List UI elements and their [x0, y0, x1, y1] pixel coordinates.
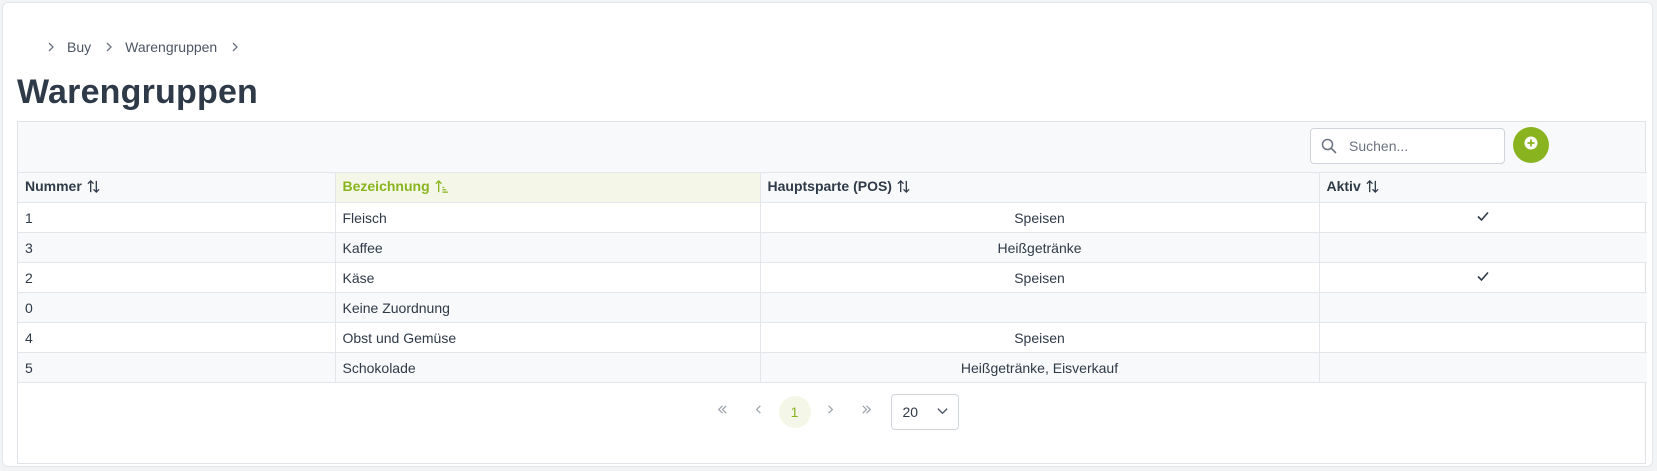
chevron-right-icon — [101, 42, 117, 52]
search-box — [1310, 128, 1505, 164]
cell-aktiv — [1318, 202, 1647, 233]
data-table: Nummer Bezeichnung Hauptsparte (POS) Akt… — [17, 121, 1647, 464]
cell-bezeichnung: Keine Zuordnung — [334, 292, 761, 323]
check-icon — [1476, 269, 1490, 286]
search-icon — [1321, 138, 1337, 154]
table-row[interactable]: 4 Obst und Gemüse Speisen — [18, 322, 1647, 353]
cell-bezeichnung: Obst und Gemüse — [334, 322, 761, 353]
chevron-down-icon — [936, 404, 949, 420]
table: Nummer Bezeichnung Hauptsparte (POS) Akt… — [18, 172, 1647, 383]
plus-circle-icon — [1524, 136, 1538, 155]
next-page-button[interactable] — [815, 396, 847, 428]
breadcrumb-item-buy[interactable]: Buy — [59, 39, 101, 55]
cell-nummer: 3 — [18, 232, 336, 263]
column-header-aktiv[interactable]: Aktiv — [1318, 172, 1647, 203]
table-row[interactable]: 0 Keine Zuordnung — [18, 292, 1647, 323]
cell-aktiv — [1318, 322, 1647, 353]
cell-bezeichnung: Schokolade — [334, 352, 761, 383]
double-chevron-right-icon — [860, 403, 873, 421]
table-row[interactable]: 1 Fleisch Speisen — [18, 202, 1647, 233]
cell-hauptsparte: Speisen — [759, 262, 1320, 293]
rows-per-page-value: 20 — [902, 404, 919, 420]
sort-icon — [86, 179, 101, 197]
cell-bezeichnung: Kaffee — [334, 232, 761, 263]
rows-per-page-dropdown[interactable]: 20 — [890, 394, 959, 430]
column-header-label: Hauptsparte (POS) — [767, 178, 892, 195]
cell-nummer: 1 — [18, 202, 336, 233]
sort-icon — [896, 179, 911, 197]
cell-nummer: 5 — [18, 352, 336, 383]
table-header-row: Nummer Bezeichnung Hauptsparte (POS) Akt… — [18, 172, 1647, 203]
chevron-right-icon — [227, 42, 243, 52]
column-header-bezeichnung[interactable]: Bezeichnung — [334, 172, 761, 203]
column-header-label: Bezeichnung — [342, 178, 430, 195]
cell-hauptsparte: Heißgetränke — [759, 232, 1320, 263]
breadcrumb: Buy Warengruppen — [43, 37, 243, 57]
cell-aktiv — [1318, 262, 1647, 293]
table-row[interactable]: 5 Schokolade Heißgetränke, Eisverkauf — [18, 352, 1647, 383]
double-chevron-left-icon — [716, 403, 729, 421]
table-toolbar — [18, 122, 1645, 173]
content-card: Buy Warengruppen Warengruppen Suchen... … — [2, 2, 1653, 467]
cell-hauptsparte — [759, 292, 1320, 323]
check-icon — [1476, 209, 1490, 226]
page-title: Warengruppen — [17, 73, 259, 111]
cell-hauptsparte: Speisen — [759, 202, 1320, 233]
breadcrumb-item-warengruppen[interactable]: Warengruppen — [117, 39, 227, 55]
search-input[interactable] — [1347, 137, 1501, 155]
chevron-right-icon — [824, 403, 837, 421]
last-page-button[interactable] — [851, 396, 883, 428]
cell-nummer: 4 — [18, 322, 336, 353]
page-button-current[interactable]: 1 — [778, 396, 811, 428]
chevron-right-icon — [43, 42, 59, 52]
column-header-label: Aktiv — [1326, 178, 1361, 195]
cell-aktiv — [1318, 232, 1647, 263]
cell-nummer: 2 — [18, 262, 336, 293]
column-header-nummer[interactable]: Nummer — [18, 172, 336, 203]
chevron-left-icon — [752, 403, 765, 421]
sort-icon — [1365, 179, 1380, 197]
first-page-button[interactable] — [707, 396, 739, 428]
column-header-label: Nummer — [25, 178, 82, 195]
cell-aktiv — [1318, 292, 1647, 323]
cell-hauptsparte: Speisen — [759, 322, 1320, 353]
sort-ascending-icon — [434, 179, 449, 197]
paginator: 1 20 — [18, 390, 1645, 434]
cell-bezeichnung: Käse — [334, 262, 761, 293]
table-row[interactable]: 2 Käse Speisen — [18, 262, 1647, 293]
column-header-hauptsparte[interactable]: Hauptsparte (POS) — [759, 172, 1320, 203]
cell-bezeichnung: Fleisch — [334, 202, 761, 233]
cell-hauptsparte: Heißgetränke, Eisverkauf — [759, 352, 1320, 383]
prev-page-button[interactable] — [743, 396, 775, 428]
table-row[interactable]: 3 Kaffee Heißgetränke — [18, 232, 1647, 263]
cell-nummer: 0 — [18, 292, 336, 323]
add-button[interactable] — [1513, 127, 1549, 163]
cell-aktiv — [1318, 352, 1647, 383]
